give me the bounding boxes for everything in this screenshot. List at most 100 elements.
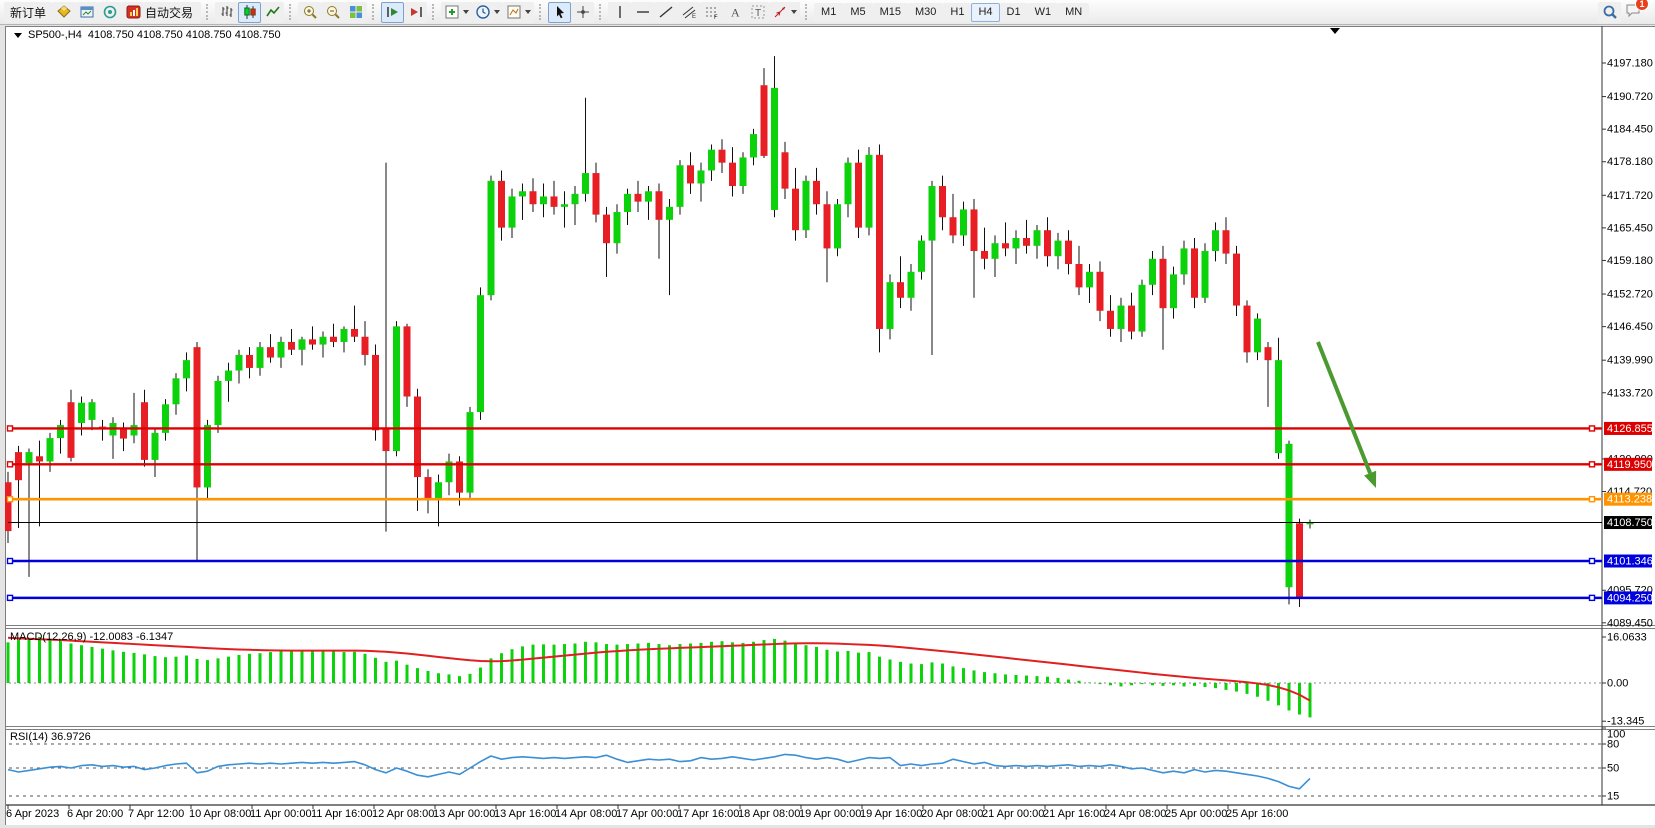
timeframe-m30[interactable]: M30 — [908, 3, 943, 22]
candle-body — [950, 217, 957, 235]
candle-body — [288, 342, 295, 350]
chart-shift-button[interactable] — [404, 2, 427, 23]
cshift-icon — [408, 4, 424, 20]
crosshair-button[interactable] — [571, 2, 594, 23]
candle-body — [1244, 306, 1251, 353]
candle-body — [1013, 238, 1020, 248]
line-handle[interactable] — [1590, 462, 1595, 467]
system-icons-group — [52, 2, 121, 23]
main-toolbar: 新订单 自动交易 EFAT M1M5M15M30H1H4D1W1MN 1 — [0, 0, 1655, 25]
time-tick-label: 10 Apr 08:00 — [189, 808, 251, 820]
cursor-button[interactable] — [548, 2, 571, 23]
tile-windows-button[interactable] — [344, 2, 367, 23]
chevron-down-icon — [791, 10, 797, 14]
channel-button[interactable]: E — [677, 2, 700, 23]
auto-scroll-button[interactable] — [381, 2, 404, 23]
hline-button[interactable] — [631, 2, 654, 23]
zoom-out-button[interactable] — [321, 2, 344, 23]
arrows-button[interactable] — [769, 2, 800, 23]
line-chart-button[interactable] — [261, 2, 284, 23]
price-tick-label: 4146.450 — [1607, 321, 1653, 333]
macd-indicator-label: MACD(12,26,9) -12.0083 -6.1347 — [10, 631, 173, 643]
timeframe-m5[interactable]: M5 — [843, 3, 872, 22]
candle-body — [572, 194, 579, 204]
timeframe-m1[interactable]: M1 — [814, 3, 843, 22]
chart-window-icon[interactable] — [75, 2, 98, 23]
candle-body — [540, 196, 547, 204]
toolbar-grip — [539, 4, 545, 20]
candle-body — [792, 189, 799, 231]
timeframe-d1[interactable]: D1 — [1000, 3, 1028, 22]
zoom-in-button[interactable] — [298, 2, 321, 23]
line-handle[interactable] — [8, 559, 13, 564]
search-icon — [1602, 4, 1618, 20]
rsi-tick-label: 15 — [1607, 791, 1619, 803]
candlestick-button[interactable] — [238, 2, 261, 23]
trend-arrow[interactable] — [1318, 342, 1370, 473]
period-button[interactable] — [472, 2, 503, 23]
timeframe-mn[interactable]: MN — [1058, 3, 1089, 22]
candle-body — [372, 355, 379, 430]
candle-body — [1023, 238, 1030, 246]
rsi-tick-label: 50 — [1607, 763, 1619, 775]
hline-icon — [635, 4, 651, 20]
candle-body — [1223, 230, 1230, 253]
gold-icon[interactable] — [52, 2, 75, 23]
vline-button[interactable] — [608, 2, 631, 23]
signal-icon[interactable] — [98, 2, 121, 23]
fibonacci-button[interactable]: F — [700, 2, 723, 23]
timeframe-h1[interactable]: H1 — [943, 3, 971, 22]
candle-body — [845, 163, 852, 205]
trend-icon — [658, 4, 674, 20]
trendline-button[interactable] — [654, 2, 677, 23]
search-button[interactable] — [1598, 2, 1621, 23]
candle-body — [351, 329, 358, 337]
candle-body — [1086, 272, 1093, 288]
template-button[interactable] — [503, 2, 534, 23]
chart-dropdown-icon[interactable] — [14, 33, 22, 38]
trend-arrow-head — [1364, 471, 1376, 488]
line-handle[interactable] — [8, 497, 13, 502]
line-handle[interactable] — [8, 462, 13, 467]
add-indicator-button[interactable] — [441, 2, 472, 23]
line-handle[interactable] — [1590, 559, 1595, 564]
chat-button[interactable]: 1 — [1625, 2, 1641, 23]
chart-canvas[interactable]: 4197.1804190.7204184.4504178.1804171.720… — [5, 26, 1655, 825]
addind-icon — [444, 4, 460, 20]
timeframe-m15[interactable]: M15 — [873, 3, 908, 22]
chart-title-bar[interactable]: SP500-,H4 4108.750 4108.750 4108.750 410… — [14, 29, 281, 41]
candle-body — [813, 181, 820, 204]
autotrade-button[interactable]: 自动交易 — [121, 2, 201, 23]
price-badge-label: 4126.855 — [1607, 423, 1653, 435]
candle-body — [551, 196, 558, 206]
candle-body — [1139, 285, 1146, 332]
bar-chart-button[interactable] — [215, 2, 238, 23]
chan-icon: E — [681, 4, 697, 20]
candle-body — [456, 461, 463, 492]
toolbar-right: 1 — [1598, 2, 1651, 23]
line-handle[interactable] — [8, 595, 13, 600]
rsi-tick-label: 80 — [1607, 739, 1619, 751]
line-handle[interactable] — [1590, 426, 1595, 431]
candle-body — [1160, 259, 1167, 308]
time-tick-label: 21 Apr 00:00 — [982, 808, 1044, 820]
candle-body — [1128, 306, 1135, 332]
line-handle[interactable] — [1590, 595, 1595, 600]
candles-icon — [242, 4, 258, 20]
candle-body — [404, 326, 411, 396]
timeframe-h4[interactable]: H4 — [971, 3, 999, 22]
tile-icon — [348, 4, 364, 20]
time-tick-label: 12 Apr 08:00 — [372, 808, 434, 820]
ascroll-icon — [385, 4, 401, 20]
candle-body — [435, 482, 442, 500]
text-button[interactable]: A — [723, 2, 746, 23]
new-order-button[interactable]: 新订单 — [4, 2, 52, 23]
chevron-down-icon — [494, 10, 500, 14]
price-tick-label: 4159.180 — [1607, 255, 1653, 267]
line-handle[interactable] — [1590, 497, 1595, 502]
line-handle[interactable] — [8, 426, 13, 431]
candle-body — [467, 412, 474, 493]
label-button[interactable]: T — [746, 2, 769, 23]
candle-body — [509, 196, 516, 227]
timeframe-w1[interactable]: W1 — [1028, 3, 1059, 22]
